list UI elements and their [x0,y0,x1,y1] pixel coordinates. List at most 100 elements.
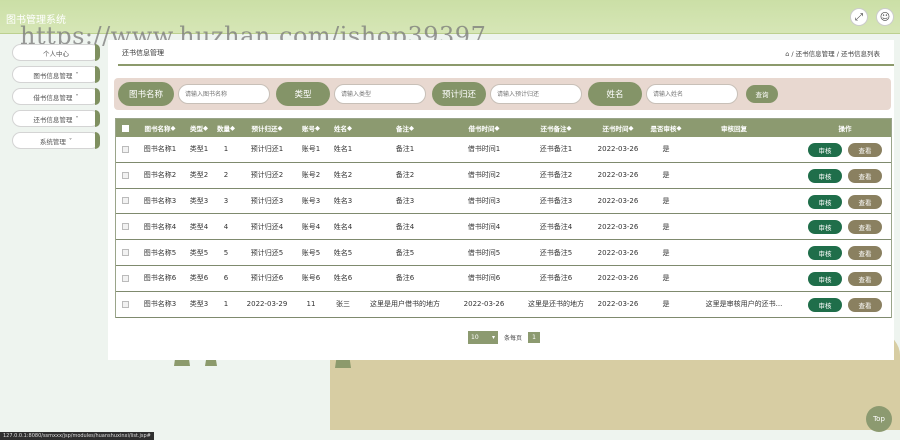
data-table: 图书名称 ◆ 类型 ◆ 数量 ◆ 预计归还 ◆ 账号 ◆ 姓名 ◆ 备注 ◆ 借书时间 ◆ 还书… [115,118,892,318]
column-header[interactable]: 还书时间 ◆ [590,119,646,137]
review-button[interactable]: 审核 [808,194,842,209]
cell-expected-return: 预计归还5 [250,248,284,257]
column-header[interactable]: 是否审核 ◆ [646,119,686,137]
cell-quantity: 5 [223,248,229,257]
row-checkbox[interactable] [121,249,129,257]
review-button[interactable]: 审核 [808,143,842,157]
cell-review-reply [688,137,800,162]
cell-expected-return: 预计归还2 [250,171,284,180]
sidebar-item-label: 借书信息管理 [33,93,73,102]
column-header[interactable]: 备注 ◆ [362,119,448,137]
home-icon[interactable]: ⌂ [785,50,789,58]
cell-return-remark: 还书备注4 [539,222,573,231]
cell-expected-return: 预计归还1 [250,145,284,154]
sidebar-item-label: 图书信息管理 [33,71,73,80]
cell-reviewed: 是 [662,171,670,180]
column-header[interactable]: 数量 ◆ [214,119,238,137]
sidebar-item-system[interactable]: 系统管理 ˅ [12,132,100,149]
cell-book-name: 图书名称3 [143,300,177,309]
book-name-input[interactable] [178,84,270,104]
cell-type: 类型3 [189,196,209,205]
column-header[interactable]: 类型 ◆ [184,119,214,137]
row-checkbox[interactable] [121,197,129,205]
sidebar-item-personal-center[interactable]: 个人中心 [12,44,100,61]
cell-type: 类型3 [189,300,209,309]
review-button[interactable]: 审核 [808,246,842,261]
select-all-checkbox[interactable] [121,124,129,132]
cell-return-time: 2022-03-26 [597,300,639,309]
cell-return-time: 2022-03-26 [597,274,639,283]
table-row: 图书名称3 类型3 3 预计归还3 账号3 姓名3 备注3 借书时间3 还书备注… [116,188,891,215]
row-checkbox[interactable] [121,274,129,282]
cell-name: 姓名5 [333,248,353,257]
cell-account: 账号1 [301,145,321,154]
column-header[interactable]: 借书时间 ◆ [448,119,520,137]
cell-return-time: 2022-03-26 [597,248,639,257]
name-input[interactable] [646,84,738,104]
column-header[interactable]: 还书备注 ◆ [520,119,592,137]
cell-remark: 备注6 [395,274,415,283]
cell-name: 姓名2 [333,171,353,180]
cell-return-remark: 还书备注3 [539,196,573,205]
chevron-down-icon: ˅ [75,114,79,123]
review-button[interactable]: 审核 [808,220,842,235]
cell-remark: 备注5 [395,248,415,257]
view-button[interactable]: 查看 [848,246,882,261]
cell-review-reply [688,189,800,214]
column-header[interactable]: 账号 ◆ [294,119,328,137]
cell-quantity: 6 [223,274,229,283]
sidebar-item-return-info[interactable]: 还书信息管理 ˅ [12,110,100,127]
user-icon[interactable]: ☺ [876,8,894,26]
cell-return-time: 2022-03-26 [597,196,639,205]
cell-review-reply [688,214,800,239]
main-panel: 还书信息管理 ⌂ / 还书信息管理 / 还书信息列表 图书名称 类型 预计归还 … [108,40,894,360]
pagination: 10 ▾ 条每页 1 [468,331,541,344]
cell-type: 类型5 [189,248,209,257]
chevron-down-icon: ▾ [491,334,495,341]
search-button[interactable]: 查询 [746,85,778,103]
column-header[interactable]: 图书名称 ◆ [136,119,184,137]
row-checkbox[interactable] [121,300,129,308]
cell-borrow-time: 借书时间5 [467,248,501,257]
row-checkbox[interactable] [121,171,129,179]
view-button[interactable]: 查看 [848,220,882,235]
cell-return-remark: 这里是还书的地方 [528,300,584,309]
column-header: 操作 [838,125,852,133]
table-row: 图书名称5 类型5 5 预计归还5 账号5 姓名5 备注5 借书时间5 还书备注… [116,240,891,266]
view-button[interactable]: 查看 [848,168,882,183]
table-row: 图书名称4 类型4 4 预计归还4 账号4 姓名4 备注4 借书时间4 还书备注… [116,214,891,241]
page-button-current[interactable]: 1 [528,332,541,343]
back-to-top-button[interactable]: Top [866,406,892,432]
cell-quantity: 3 [223,196,229,205]
view-button[interactable]: 查看 [848,143,882,157]
cell-borrow-time: 借书时间4 [467,222,501,231]
type-input[interactable] [334,84,426,104]
expected-return-input[interactable] [490,84,582,104]
view-button[interactable]: 查看 [848,297,882,312]
review-button[interactable]: 审核 [808,168,842,183]
search-bar: 图书名称 类型 预计归还 姓名 查询 [114,78,891,110]
review-button[interactable]: 审核 [808,297,842,312]
sidebar-item-borrow-info[interactable]: 借书信息管理 ˅ [12,88,100,105]
cell-return-time: 2022-03-26 [597,171,639,180]
column-header[interactable]: 姓名 ◆ [326,119,360,137]
sidebar-item-book-info[interactable]: 图书信息管理 ˅ [12,66,100,83]
row-checkbox[interactable] [121,145,129,153]
view-button[interactable]: 查看 [848,272,882,286]
column-header[interactable]: 预计归还 ◆ [240,119,294,137]
fullscreen-icon[interactable]: ⤢ [850,8,868,26]
review-button[interactable]: 审核 [808,272,842,286]
table-row: 图书名称1 类型1 1 预计归还1 账号1 姓名1 备注1 借书时间1 还书备注… [116,137,891,163]
row-checkbox[interactable] [121,223,129,231]
type-label: 类型 [276,82,330,106]
cell-name: 张三 [336,300,350,309]
page-size-select[interactable]: 10 ▾ [468,331,498,344]
cell-reviewed: 是 [662,300,670,309]
view-button[interactable]: 查看 [848,194,882,209]
cell-name: 姓名4 [333,222,353,231]
cell-review-reply [688,240,800,265]
cell-remark: 这里是用户借书的地方 [370,300,440,309]
cell-name: 姓名3 [333,196,353,205]
cell-book-name: 图书名称2 [143,171,177,180]
table-row: 图书名称3 类型3 1 2022-03-29 11 张三 这里是用户借书的地方 … [116,291,891,318]
